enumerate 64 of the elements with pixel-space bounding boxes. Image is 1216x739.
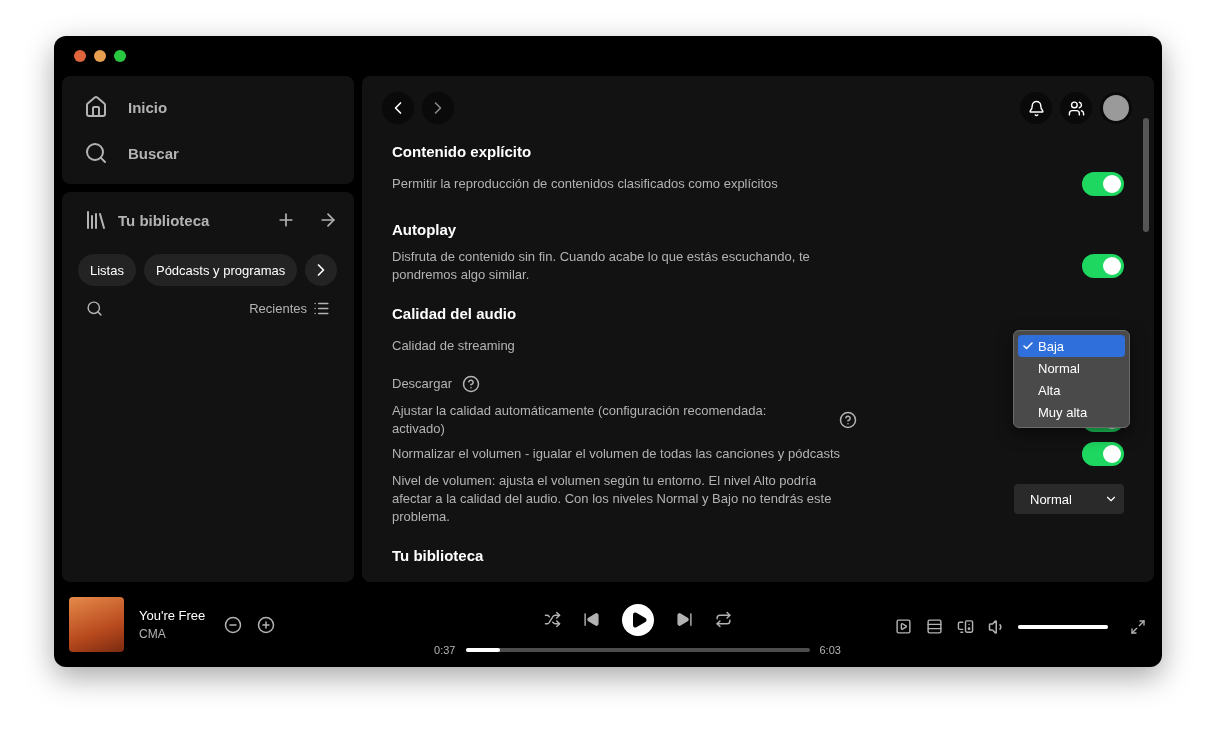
next-button[interactable] (675, 611, 693, 628)
toggle-switch[interactable] (1082, 254, 1124, 278)
add-button[interactable] (257, 615, 276, 634)
avatar[interactable] (1100, 92, 1132, 124)
back-button[interactable] (382, 92, 414, 124)
zoom-window-button[interactable] (114, 50, 126, 62)
sort-button[interactable]: Recientes (249, 300, 330, 317)
total-time: 6:03 (819, 643, 842, 656)
search-icon (84, 141, 108, 165)
section-title: Autoplay (392, 220, 458, 240)
filter-chip[interactable]: Pódcasts y programas (143, 254, 298, 286)
library-title: Tu biblioteca (118, 211, 211, 229)
dropdown-select[interactable]: Normal (1014, 484, 1124, 514)
filter-chip[interactable]: Listas (78, 254, 136, 286)
elapsed-time: 0:37 (433, 643, 456, 656)
section-title: Contenido explícito (392, 142, 533, 162)
help-icon[interactable] (839, 411, 857, 429)
list-icon (313, 300, 330, 317)
shuffle-button[interactable] (543, 611, 561, 628)
menu-option[interactable]: Muy alta (1018, 401, 1125, 423)
forward-button[interactable] (422, 92, 454, 124)
setting-label: Disfruta de contenido sin fin. Cuando acabe lo que estás escuchando, te pondremos algo similar. (392, 248, 811, 284)
toggle-switch[interactable] (1082, 442, 1124, 466)
toggle-switch[interactable] (1082, 172, 1124, 196)
notifications-button[interactable] (1020, 92, 1052, 124)
setting-label: Descargar (392, 375, 452, 393)
queue-button[interactable] (926, 618, 943, 635)
setting-label: Permitir la reproducción de contenidos clasificados como explícitos (392, 175, 778, 193)
friends-button[interactable] (1060, 92, 1092, 124)
home-icon (84, 95, 108, 119)
nav-item[interactable]: Inicio (74, 84, 342, 130)
setting-label: Normalizar el volumen - igualar el volumen de todas las canciones y pódcasts (392, 445, 840, 463)
menu-option[interactable]: Alta (1018, 379, 1125, 401)
volume-slider[interactable] (1018, 624, 1108, 629)
now-playing-view-button[interactable] (895, 618, 912, 635)
search-icon (86, 300, 103, 317)
artist-name: CMA (139, 627, 167, 641)
menu-option[interactable]: Baja (1018, 335, 1125, 357)
setting-label: Ajustar la calidad automáticamente (configuración recomendada: activado) (392, 402, 768, 438)
search-button[interactable] (86, 300, 103, 317)
section-title: Calidad del audio (392, 304, 518, 324)
previous-button[interactable] (582, 611, 600, 628)
help-icon[interactable] (461, 375, 480, 393)
scroll-right-button[interactable] (305, 254, 338, 286)
close-window-button[interactable] (74, 50, 86, 62)
bell-icon (1027, 99, 1045, 117)
library-icon (84, 208, 108, 232)
minimize-window-button[interactable] (94, 50, 106, 62)
people-icon (1067, 99, 1085, 117)
repeat-button[interactable] (714, 611, 732, 628)
nav-item[interactable]: Buscar (74, 130, 342, 176)
setting-label: Nivel de volumen: ajusta el volumen según tu entorno. El nivel Alto podría afectar a la calidad del audio. Con los niveles Normal y Bajo no tendrás este problema. (392, 472, 833, 526)
scrollbar[interactable] (1143, 118, 1149, 232)
menu-option[interactable]: Normal (1018, 357, 1125, 379)
connect-device-button[interactable] (957, 618, 974, 635)
track-title: You're Free (139, 608, 206, 623)
album-art-placeholder (69, 597, 124, 652)
play-button[interactable] (621, 603, 654, 636)
check-icon (1022, 340, 1034, 352)
setting-label: Calidad de streaming (392, 337, 515, 355)
progress-bar[interactable] (465, 647, 810, 652)
fullscreen-button[interactable] (1130, 618, 1146, 635)
remove-button[interactable] (224, 615, 243, 634)
section-title: Tu biblioteca (392, 546, 485, 566)
